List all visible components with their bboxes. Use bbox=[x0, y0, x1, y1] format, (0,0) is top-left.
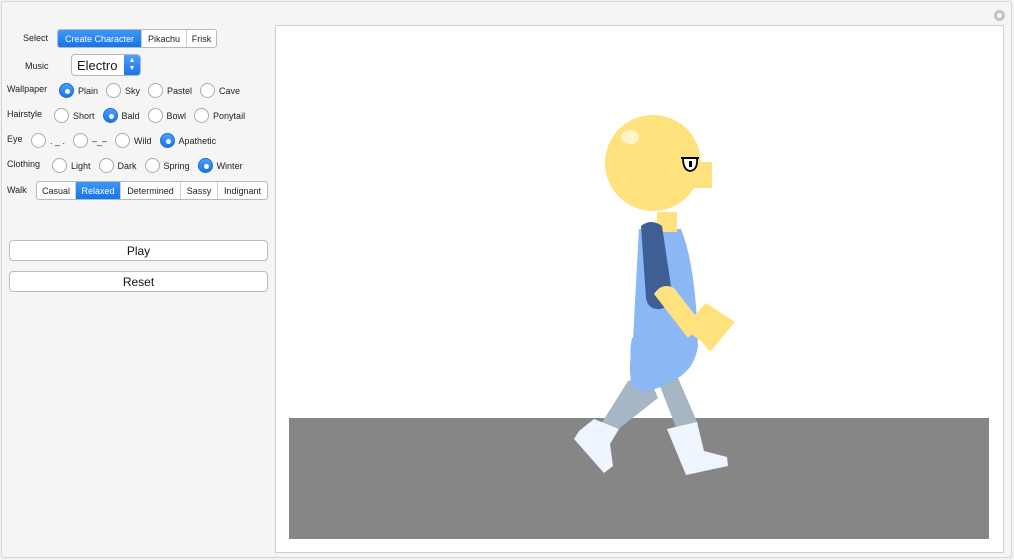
clothing-option-spring[interactable]: Spring bbox=[144, 158, 190, 173]
clothing-option-label: Spring bbox=[163, 160, 190, 171]
hairstyle-option-short[interactable]: Short bbox=[54, 108, 95, 123]
eye-option-dots[interactable]: . _ . bbox=[31, 133, 65, 148]
select-option-create-character[interactable]: Create Character bbox=[58, 30, 142, 47]
clothing-option-dark[interactable]: Dark bbox=[98, 158, 137, 173]
radio-checked-icon[interactable] bbox=[197, 158, 213, 173]
walk-option-determined[interactable]: Determined bbox=[121, 182, 181, 199]
hairstyle-option-label: Bald bbox=[121, 110, 140, 121]
radio-unchecked-icon[interactable] bbox=[115, 133, 131, 148]
eye-radio-group: . _ . –_– Wild Apathetic bbox=[31, 133, 224, 148]
dropdown-stepper-icon: ▲ ▼ bbox=[124, 55, 140, 75]
wallpaper-option-cave[interactable]: Cave bbox=[200, 83, 240, 98]
radio-checked-icon[interactable] bbox=[102, 108, 118, 123]
select-option-pikachu[interactable]: Pikachu bbox=[142, 30, 187, 47]
hairstyle-option-label: Short bbox=[73, 110, 95, 121]
music-dropdown-value: Electro bbox=[77, 57, 118, 73]
clothing-option-light[interactable]: Light bbox=[52, 158, 91, 173]
eye-option-label: Wild bbox=[134, 135, 152, 146]
radio-checked-icon[interactable] bbox=[59, 83, 74, 98]
radio-unchecked-icon[interactable] bbox=[148, 83, 164, 98]
clothing-option-winter[interactable]: Winter bbox=[197, 158, 243, 173]
ear bbox=[621, 130, 639, 144]
walk-option-sassy[interactable]: Sassy bbox=[181, 182, 218, 199]
select-label: Select bbox=[23, 33, 49, 43]
clothing-option-label: Winter bbox=[216, 160, 243, 171]
hairstyle-option-bald[interactable]: Bald bbox=[102, 108, 140, 123]
radio-unchecked-icon[interactable] bbox=[147, 108, 163, 123]
eye-option-lines[interactable]: –_– bbox=[73, 133, 107, 148]
hairstyle-radio-group: Short Bald Bowl Ponytail bbox=[54, 108, 253, 123]
back-boot bbox=[574, 419, 619, 473]
radio-unchecked-icon[interactable] bbox=[52, 158, 67, 173]
eye-option-label: –_– bbox=[92, 135, 108, 146]
radio-unchecked-icon[interactable] bbox=[144, 158, 160, 173]
wallpaper-option-pastel[interactable]: Pastel bbox=[148, 83, 192, 98]
select-segmented-control: Create Character Pikachu Frisk bbox=[57, 29, 217, 48]
radio-unchecked-icon[interactable] bbox=[106, 83, 122, 98]
radio-unchecked-icon[interactable] bbox=[31, 133, 46, 148]
walk-option-casual[interactable]: Casual bbox=[37, 182, 76, 199]
character-figure bbox=[574, 115, 735, 475]
window-options-icon[interactable] bbox=[994, 10, 1005, 21]
play-button[interactable]: Play bbox=[9, 240, 268, 261]
wallpaper-option-label: Plain bbox=[78, 85, 99, 96]
wallpaper-option-label: Pastel bbox=[167, 85, 193, 96]
music-label: Music bbox=[25, 61, 49, 71]
hairstyle-option-label: Bowl bbox=[166, 110, 187, 121]
eye-label: Eye bbox=[7, 134, 23, 144]
clothing-radio-group: Light Dark Spring Winter bbox=[52, 158, 251, 173]
radio-checked-icon[interactable] bbox=[159, 133, 175, 148]
torso-lower bbox=[630, 336, 696, 390]
walk-option-indignant[interactable]: Indignant bbox=[218, 182, 267, 199]
clothing-label: Clothing bbox=[7, 159, 41, 169]
eye-option-label: Apathetic bbox=[178, 135, 217, 146]
wallpaper-option-sky[interactable]: Sky bbox=[106, 83, 140, 98]
clothing-option-label: Dark bbox=[117, 160, 137, 171]
wallpaper-option-label: Cave bbox=[219, 85, 241, 96]
hairstyle-option-label: Ponytail bbox=[213, 110, 246, 121]
animation-stage bbox=[275, 25, 1004, 553]
hairstyle-label: Hairstyle bbox=[7, 109, 43, 119]
hairstyle-option-ponytail[interactable]: Ponytail bbox=[194, 108, 245, 123]
wallpaper-radio-group: Plain Sky Pastel Cave bbox=[59, 83, 248, 98]
eye-option-label: . _ . bbox=[50, 135, 66, 146]
eye-option-wild[interactable]: Wild bbox=[115, 133, 152, 148]
wallpaper-label: Wallpaper bbox=[7, 84, 48, 94]
wallpaper-option-label: Sky bbox=[125, 85, 141, 96]
radio-unchecked-icon[interactable] bbox=[194, 108, 210, 123]
walk-option-relaxed[interactable]: Relaxed bbox=[76, 182, 121, 199]
hairstyle-option-bowl[interactable]: Bowl bbox=[147, 108, 187, 123]
radio-unchecked-icon[interactable] bbox=[54, 108, 69, 123]
front-boot bbox=[667, 422, 728, 475]
wallpaper-option-plain[interactable]: Plain bbox=[59, 83, 98, 98]
radio-unchecked-icon[interactable] bbox=[73, 133, 89, 148]
clothing-option-label: Light bbox=[71, 160, 91, 171]
select-option-frisk[interactable]: Frisk bbox=[187, 30, 216, 47]
reset-button[interactable]: Reset bbox=[9, 271, 268, 292]
radio-unchecked-icon[interactable] bbox=[200, 83, 216, 98]
eye-option-apathetic[interactable]: Apathetic bbox=[159, 133, 217, 148]
radio-unchecked-icon[interactable] bbox=[98, 158, 114, 173]
music-dropdown[interactable]: Electro ▲ ▼ bbox=[71, 54, 141, 76]
walk-label: Walk bbox=[7, 185, 27, 195]
walk-segmented-control: Casual Relaxed Determined Sassy Indignan… bbox=[36, 181, 268, 200]
